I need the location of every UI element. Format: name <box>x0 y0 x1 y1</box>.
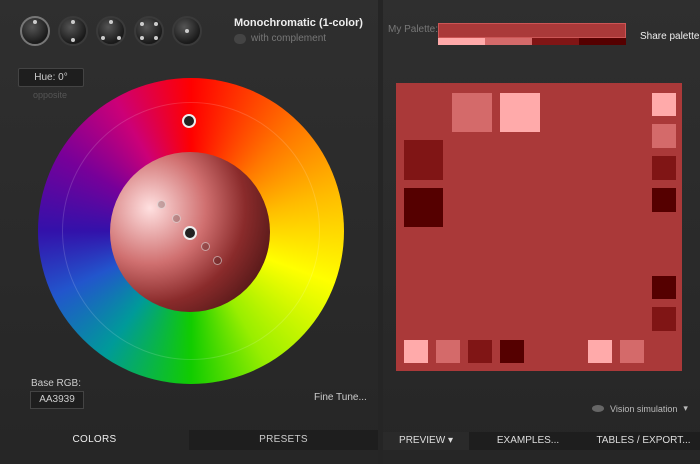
preview-swatch <box>404 140 443 180</box>
preview-swatch <box>500 340 524 363</box>
shade-marker[interactable] <box>201 242 210 251</box>
complement-scheme-icon[interactable] <box>58 16 88 46</box>
palette-strip <box>438 38 626 45</box>
triad-scheme-icon[interactable] <box>96 16 126 46</box>
tab-tables-export[interactable]: TABLES / EXPORT... <box>587 432 700 450</box>
shade-marker[interactable] <box>157 200 166 209</box>
tetrad-scheme-icon[interactable] <box>134 16 164 46</box>
preview-swatch <box>652 93 676 116</box>
tab-presets[interactable]: PRESETS <box>189 430 378 450</box>
preview-swatch <box>652 307 676 331</box>
my-palette[interactable] <box>438 23 626 45</box>
tab-preview[interactable]: PREVIEW ▾ <box>383 432 469 450</box>
mono-scheme-icon[interactable] <box>20 16 50 46</box>
hue-field[interactable]: Hue: 0° <box>18 68 84 87</box>
preview-swatch <box>468 340 492 363</box>
tab-colors[interactable]: COLORS <box>0 430 189 450</box>
preview-swatch <box>652 156 676 180</box>
palette-swatch <box>532 38 579 45</box>
preview-swatch <box>588 340 612 363</box>
base-color-handle[interactable] <box>183 226 197 240</box>
vision-simulation-label: Vision simulation <box>610 403 678 414</box>
shade-marker[interactable] <box>172 214 181 223</box>
preview-swatch <box>436 340 460 363</box>
left-tab-bar: COLORS PRESETS <box>0 430 378 450</box>
shade-marker[interactable] <box>213 256 222 265</box>
preview-canvas <box>396 83 682 371</box>
toggle-icon[interactable] <box>234 33 246 44</box>
palette-swatch <box>579 38 626 45</box>
tab-examples[interactable]: EXAMPLES... <box>469 432 587 450</box>
vision-simulation-dropdown[interactable]: Vision simulation ▾ <box>592 403 688 414</box>
palette-main-swatch <box>438 23 626 38</box>
preview-swatch <box>404 188 443 227</box>
base-rgb-field[interactable]: AA3939 <box>30 391 84 409</box>
complement-option[interactable]: with complement <box>234 33 326 44</box>
share-palette-link[interactable]: Share palette <box>640 31 700 42</box>
preview-swatch <box>620 340 644 363</box>
complement-option-label: with complement <box>251 33 327 44</box>
eye-icon <box>592 405 604 412</box>
scheme-selector <box>20 16 202 46</box>
freestyle-scheme-icon[interactable] <box>172 16 202 46</box>
preview-swatch <box>404 340 428 363</box>
scheme-title: Monochromatic (1-color) <box>234 17 363 29</box>
preview-swatch <box>500 93 540 132</box>
opposite-link[interactable]: opposite <box>18 90 82 100</box>
tab-preview-label: PREVIEW <box>399 435 446 446</box>
preview-swatch <box>652 124 676 148</box>
palette-label: My Palette: <box>388 24 439 35</box>
palette-swatch <box>485 38 532 45</box>
base-rgb-label: Base RGB: <box>30 378 82 389</box>
caret-down-icon: ▾ <box>447 435 453 446</box>
right-tab-bar: PREVIEW ▾ EXAMPLES... TABLES / EXPORT... <box>383 432 700 450</box>
hue-handle[interactable] <box>182 114 196 128</box>
preview-swatch <box>652 188 676 212</box>
preview-swatch <box>452 93 492 132</box>
fine-tune-link[interactable]: Fine Tune... <box>314 392 367 403</box>
caret-down-icon: ▾ <box>683 403 688 413</box>
palette-swatch <box>438 38 485 45</box>
preview-swatch <box>652 276 676 299</box>
